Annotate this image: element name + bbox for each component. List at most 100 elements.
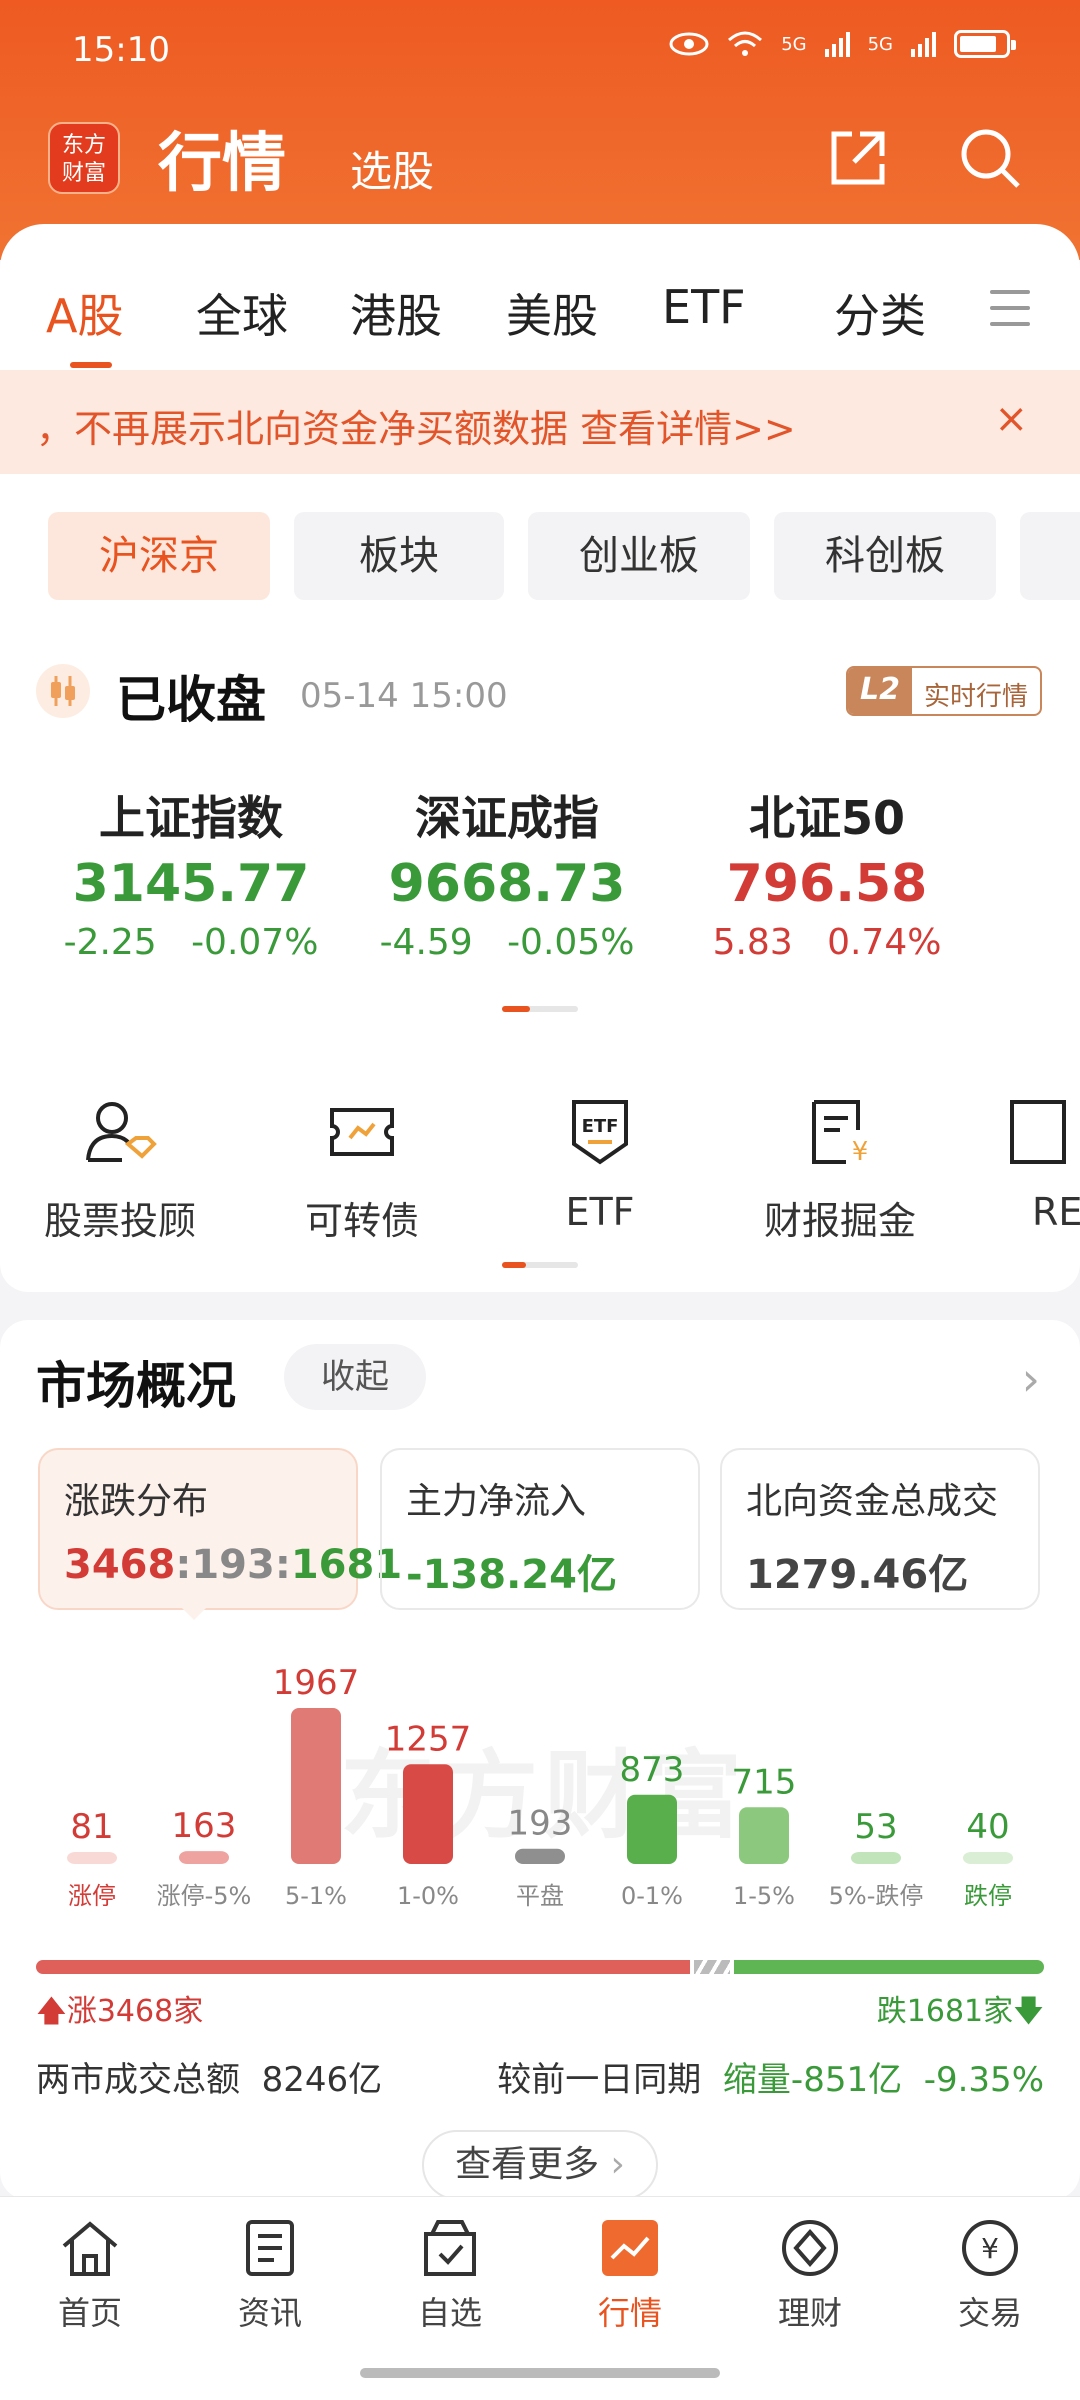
tab-global[interactable]: 全球 <box>196 280 288 346</box>
chip-sector[interactable]: 板块 <box>294 512 504 600</box>
decline-ratio-segment <box>734 1960 1044 1974</box>
index-change-value: -2.25 <box>63 922 157 963</box>
advance-label: 🡅涨3468家 <box>36 1986 203 2040</box>
network-label-2: 5G <box>867 33 893 55</box>
index-change-value: -4.59 <box>379 922 473 963</box>
tab-us[interactable]: 美股 <box>506 280 598 346</box>
advisor-icon <box>86 1102 157 1162</box>
advance-ratio-segment <box>36 1960 690 1974</box>
index-name: 北证50 <box>748 791 905 845</box>
stat-value: -138.24亿 <box>406 1552 617 1598</box>
bond-icon <box>330 1108 394 1156</box>
nav-label: 理财 <box>777 2294 842 2332</box>
chip-shanghai-shenzhen-beijing[interactable]: 沪深京 <box>48 512 270 600</box>
tool-label: ETF <box>565 1190 635 1234</box>
bar-value-label: 81 <box>70 1807 113 1847</box>
tab-a-shares[interactable]: A股 <box>46 280 123 346</box>
bar-value-label: 715 <box>732 1762 797 1802</box>
l2-realtime-badge[interactable]: L2 实时行情 <box>845 666 1042 716</box>
app-header: 15:10 5G 5G 东方财富 行情 选股 <box>0 0 1080 260</box>
share-icon[interactable] <box>826 126 890 190</box>
nav-watchlist[interactable]: 自选 <box>360 2216 540 2334</box>
bar-category-label: 0-1% <box>621 1882 683 1910</box>
nav-label: 交易 <box>957 2294 1022 2332</box>
nav-news[interactable]: 资讯 <box>180 2216 360 2334</box>
tool-convertible-bond[interactable]: 可转债 <box>242 1094 482 1245</box>
active-stat-pointer <box>180 1606 208 1620</box>
decline-label-text: 跌1681家 <box>876 1994 1014 2029</box>
bar-value-label: 163 <box>172 1806 237 1846</box>
l2-label: L2 <box>847 668 912 714</box>
stat-northbound-turnover[interactable]: 北向资金总成交 1279.46亿 <box>720 1448 1040 1610</box>
status-time: 15:10 <box>72 30 170 70</box>
status-icons: 5G 5G <box>669 30 1016 58</box>
nav-label: 首页 <box>57 2294 122 2332</box>
advance-decline-ratio-bar <box>36 1960 1044 1974</box>
stat-main-net-inflow[interactable]: 主力净流入 -138.24亿 <box>380 1448 700 1610</box>
index-name: 上证指数 <box>99 791 283 845</box>
market-overview-title: 市场概况 <box>36 1357 236 1415</box>
chip-star-market[interactable]: 科创板 <box>774 512 996 600</box>
stat-value: 3468:193:1681 <box>64 1542 402 1588</box>
home-icon <box>62 2221 118 2276</box>
eye-icon <box>669 32 709 56</box>
compare-label: 较前一日同期 <box>497 2060 702 2100</box>
bar-category-label: 5-1% <box>285 1882 347 1910</box>
bar-category-label: 1-0% <box>397 1882 459 1910</box>
nav-trade[interactable]: ¥ 交易 <box>900 2216 1080 2334</box>
chevron-right-icon[interactable]: › <box>1022 1352 1040 1406</box>
index-change-pct: -0.07% <box>191 922 319 963</box>
bar-6 <box>739 1807 789 1864</box>
tool-reit[interactable]: RE <box>960 1094 1080 1234</box>
bar-value-label: 1257 <box>385 1719 472 1759</box>
nav-home[interactable]: 首页 <box>0 2216 180 2334</box>
stock-picker-tab[interactable]: 选股 <box>350 138 434 199</box>
nav-wealth[interactable]: 理财 <box>720 2216 900 2334</box>
bar-value-label: 193 <box>508 1804 573 1844</box>
tool-advisor[interactable]: 股票投顾 <box>0 1094 240 1245</box>
battery-icon <box>954 30 1016 58</box>
signal-icon <box>824 31 850 57</box>
search-icon[interactable] <box>958 126 1022 190</box>
nav-label: 行情 <box>597 2294 662 2332</box>
home-indicator <box>360 2368 720 2378</box>
chip-chinext[interactable]: 创业板 <box>528 512 750 600</box>
reit-icon <box>1010 1100 1066 1164</box>
stat-title: 北向资金总成交 <box>746 1481 999 1522</box>
signal-icon <box>911 31 936 57</box>
stat-advance-decline[interactable]: 涨跌分布 3468:193:1681 <box>38 1448 402 1610</box>
tool-etf[interactable]: ETF ETF <box>480 1094 720 1234</box>
nav-market[interactable]: 行情 <box>540 2216 720 2334</box>
chevron-right-icon: › <box>610 2144 625 2185</box>
menu-icon[interactable] <box>990 290 1030 326</box>
tool-label: 可转债 <box>304 1199 419 1243</box>
news-icon <box>246 2220 294 2276</box>
bar-value-label: 873 <box>620 1750 685 1790</box>
index-name: 深证成指 <box>415 791 599 845</box>
market-closed-title: 已收盘 <box>116 671 266 729</box>
turnover-value: 8246亿 <box>261 2060 383 2100</box>
tab-hk[interactable]: 港股 <box>350 280 442 346</box>
bar-3 <box>403 1764 453 1864</box>
tab-etf[interactable]: ETF <box>662 280 746 334</box>
index-pager <box>502 1006 578 1012</box>
index-change-pct: 0.74% <box>827 922 942 963</box>
index-card-szse[interactable]: 深证成指 9668.73 -4.59 -0.05% <box>362 782 652 963</box>
notice-banner[interactable]: ，不再展示北向资金净买额数据 查看详情>> × <box>0 370 1080 474</box>
advance-label-text: 涨3468家 <box>66 1994 204 2029</box>
tab-category[interactable]: 分类 <box>834 280 926 346</box>
index-card-bse50[interactable]: 北证50 796.58 5.83 0.74% <box>682 782 972 963</box>
flat-ratio-segment <box>694 1960 730 1974</box>
notice-text[interactable]: ，不再展示北向资金净买额数据 查看详情>> <box>36 398 796 453</box>
index-card-sse[interactable]: 上证指数 3145.77 -2.25 -0.07% <box>46 782 336 963</box>
collapse-button[interactable]: 收起 <box>284 1344 426 1410</box>
market-closed-time: 05-14 15:00 <box>300 676 508 716</box>
close-icon[interactable]: × <box>994 396 1028 442</box>
view-more-button[interactable]: 查看更多 › <box>422 2130 658 2200</box>
tool-earnings[interactable]: ¥ 财报掘金 <box>720 1094 960 1245</box>
wealth-icon <box>782 2220 838 2276</box>
chip-more[interactable] <box>1020 512 1080 600</box>
total-turnover: 两市成交总额 8246亿 <box>36 2052 382 2101</box>
index-price: 796.58 <box>726 854 928 914</box>
index-price: 3145.77 <box>72 854 310 914</box>
